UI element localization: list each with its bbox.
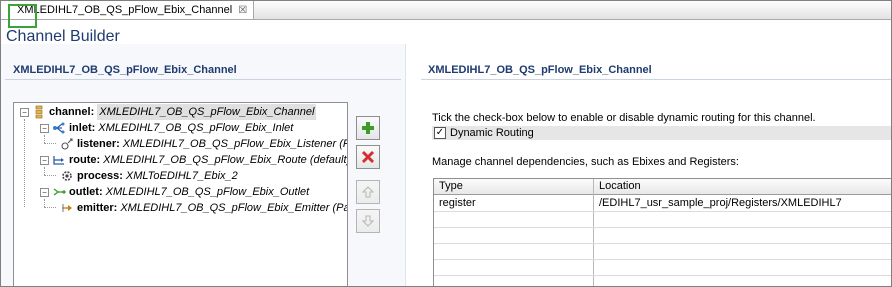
outlet-icon	[52, 185, 66, 199]
process-icon	[60, 169, 74, 183]
tree-node-kind: channel:	[49, 106, 95, 118]
tree-node-kind: emitter:	[77, 202, 118, 214]
tree-node-value: XMLEDIHL7_OB_QS_pFlow_Ebix_Inlet	[98, 122, 294, 134]
editor-window: XMLEDIHL7_OB_QS_pFlow_Ebix_Channel ☒ Cha…	[0, 0, 892, 287]
delete-x-icon	[361, 150, 375, 164]
tree-node-emitter[interactable]: emitter: XMLEDIHL7_OB_QS_pFlow_Ebix_Emit…	[60, 200, 348, 216]
collapse-icon[interactable]: −	[40, 155, 49, 165]
editor-tab-bar: XMLEDIHL7_OB_QS_pFlow_Ebix_Channel ☒	[1, 1, 891, 20]
tree-guide	[44, 135, 45, 143]
tree-node-inlet[interactable]: − inlet: XMLEDIHL7_OB_QS_pFlow_Ebix_Inle…	[40, 120, 293, 136]
tree-node-kind: process:	[77, 170, 123, 182]
tree-node-process[interactable]: process: XMLToEDIHL7_Ebix_2	[60, 168, 238, 184]
arrow-up-icon	[361, 186, 375, 198]
tree-node-route[interactable]: − route: XMLEDIHL7_OB_QS_pFlow_Ebix_Rout…	[40, 152, 348, 168]
tree-guide	[44, 207, 56, 208]
dynamic-routing-row[interactable]: ✓ Dynamic Routing	[432, 126, 891, 140]
table-row-divider	[434, 275, 891, 276]
tree-node-channel[interactable]: − channel: XMLEDIHL7_OB_QS_pFlow_Ebix_Ch…	[20, 104, 317, 120]
channel-icon	[32, 105, 46, 119]
channel-builder-editor: Channel Builder XMLEDIHL7_OB_QS_pFlow_Eb…	[1, 20, 891, 286]
tree-node-listener[interactable]: listener: XMLEDIHL7_OB_QS_pFlow_Ebix_Lis…	[60, 136, 348, 152]
focus-highlight	[8, 4, 37, 28]
tree-node-value: XMLEDIHL7_OB_QS_pFlow_Ebix_Outlet	[105, 186, 310, 198]
tree-guide	[44, 143, 56, 144]
editor-tab-title: XMLEDIHL7_OB_QS_pFlow_Ebix_Channel	[17, 4, 233, 16]
tree-node-outlet[interactable]: − outlet: XMLEDIHL7_OB_QS_pFlow_Ebix_Out…	[40, 184, 309, 200]
dependencies-table[interactable]: Type Location register /EDIHL7_usr_sampl…	[433, 178, 891, 286]
move-down-button[interactable]	[356, 209, 380, 233]
arrow-down-icon	[361, 215, 375, 227]
dynamic-routing-instruction: Tick the check-box below to enable or di…	[432, 112, 816, 124]
table-row-divider	[434, 259, 891, 260]
dependencies-instruction: Manage channel dependencies, such as Ebi…	[432, 156, 739, 168]
collapse-icon[interactable]: −	[40, 123, 49, 133]
tree-guide	[44, 175, 56, 176]
close-icon[interactable]: ☒	[238, 5, 247, 16]
listener-icon	[60, 137, 74, 151]
plus-icon	[362, 122, 374, 134]
left-section-divider	[5, 79, 401, 80]
collapse-icon[interactable]: −	[40, 187, 49, 197]
delete-button[interactable]	[356, 145, 380, 169]
tree-guide	[44, 167, 45, 175]
tree-node-value: XMLEDIHL7_OB_QS_pFlow_Ebix_Route (defaul…	[103, 154, 348, 166]
channel-tree[interactable]: − channel: XMLEDIHL7_OB_QS_pFlow_Ebix_Ch…	[13, 102, 348, 286]
emitter-icon	[60, 201, 74, 215]
inlet-icon	[52, 121, 66, 135]
dynamic-routing-label: Dynamic Routing	[450, 127, 534, 139]
tree-node-value: XMLEDIHL7_OB_QS_pFlow_Ebix_Listener (Fil…	[122, 138, 348, 150]
page-title: Channel Builder	[6, 28, 120, 45]
table-row-divider	[434, 211, 891, 212]
tree-node-kind: route:	[69, 154, 101, 166]
tree-guide	[24, 119, 25, 207]
table-cell-location[interactable]: /EDIHL7_usr_sample_proj/Registers/XMLEDI…	[594, 195, 891, 211]
table-header: Type Location	[434, 179, 891, 195]
table-cell-type[interactable]: register	[434, 195, 594, 211]
dynamic-routing-checkbox[interactable]: ✓	[434, 127, 446, 139]
tree-node-value: XMLEDIHL7_OB_QS_pFlow_Ebix_Emitter (Pass…	[120, 202, 348, 214]
tree-node-kind: listener:	[77, 138, 120, 150]
column-header-type[interactable]: Type	[434, 179, 594, 194]
tree-node-value: XMLToEDIHL7_Ebix_2	[125, 170, 238, 182]
tree-guide	[44, 199, 45, 207]
editor-tab[interactable]: XMLEDIHL7_OB_QS_pFlow_Ebix_Channel ☒	[1, 1, 255, 19]
right-section-title: XMLEDIHL7_OB_QS_pFlow_Ebix_Channel	[428, 64, 652, 76]
column-header-location[interactable]: Location	[594, 179, 891, 194]
tree-node-kind: inlet:	[69, 122, 96, 134]
route-icon	[52, 153, 66, 167]
left-section-title: XMLEDIHL7_OB_QS_pFlow_Ebix_Channel	[13, 64, 237, 76]
right-section-divider	[421, 79, 891, 80]
add-button[interactable]	[356, 116, 380, 140]
table-row-divider	[434, 227, 891, 228]
tree-node-kind: outlet:	[69, 186, 103, 198]
move-up-button[interactable]	[356, 180, 380, 204]
collapse-icon[interactable]: −	[20, 107, 29, 117]
tree-node-value: XMLEDIHL7_OB_QS_pFlow_Ebix_Channel	[97, 104, 317, 120]
table-row-divider	[434, 243, 891, 244]
